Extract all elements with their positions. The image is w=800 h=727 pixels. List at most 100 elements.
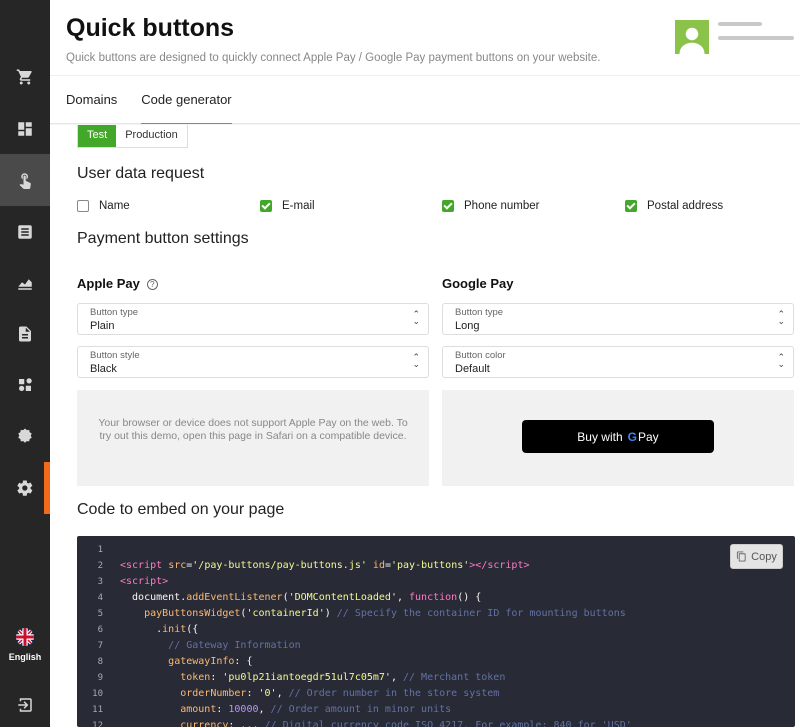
logout-icon — [18, 698, 32, 712]
select-arrows-icon: ⌃ ⌄ — [777, 352, 785, 369]
code-line: payButtonsWidget('containerId') // Speci… — [144, 608, 626, 619]
sidebar-item-cart[interactable] — [0, 51, 50, 103]
code-line: .init({ — [120, 624, 199, 635]
user-data-title: User data request — [77, 165, 205, 182]
checkbox-label: Phone number — [464, 200, 540, 212]
google-pay-title: Google Pay — [442, 276, 514, 291]
select-arrows-icon: ⌃ ⌄ — [777, 309, 785, 326]
mode-toggle: Test Production — [77, 125, 188, 148]
checkbox-phone[interactable]: Phone number — [442, 200, 539, 212]
sidebar-item-reports[interactable] — [0, 308, 50, 360]
code-line: token: 'pu0lp21iantoegdr51ul7c05m7', // … — [180, 672, 506, 683]
line-number: 11 — [92, 705, 103, 715]
gpay-button-pay: Pay — [638, 429, 659, 444]
checkbox-box[interactable] — [260, 200, 272, 212]
checkbox-email[interactable]: E-mail — [260, 200, 315, 212]
payment-settings-title: Payment button settings — [77, 230, 249, 247]
apple-pay-title-text: Apple Pay — [77, 276, 140, 291]
line-number: 12 — [92, 721, 103, 727]
google-pay-button[interactable]: Buy with G Pay — [522, 420, 714, 453]
mode-production-button[interactable]: Production — [116, 125, 187, 147]
sidebar-item-certificates[interactable] — [0, 410, 50, 462]
page-subtitle: Quick buttons are designed to quickly co… — [66, 52, 601, 64]
dashboard-icon — [18, 122, 32, 136]
select-value: Default — [455, 363, 490, 375]
select-arrows-icon: ⌃ ⌄ — [412, 352, 420, 369]
checkbox-box[interactable] — [442, 200, 454, 212]
google-pay-preview: Buy with G Pay — [442, 390, 794, 486]
list-icon — [18, 225, 32, 239]
chart-icon — [18, 279, 32, 290]
select-arrows-icon: ⌃ ⌄ — [412, 309, 420, 326]
page-header: Quick buttons Quick buttons are designed… — [50, 0, 800, 124]
apple-pay-title: Apple Pay? — [77, 276, 158, 291]
help-icon[interactable]: ? — [146, 279, 158, 291]
certificate-icon — [18, 428, 32, 443]
mode-test-button[interactable]: Test — [78, 125, 117, 147]
language-label: English — [8, 652, 42, 662]
apple-button-style-select[interactable]: Button style Black ⌃ ⌄ — [77, 346, 429, 378]
google-g-icon: G — [627, 429, 637, 444]
line-number: 1 — [97, 545, 103, 555]
sidebar-item-list[interactable] — [0, 206, 50, 258]
integrations-icon — [19, 378, 32, 391]
apple-pay-preview: Your browser or device does not support … — [77, 390, 429, 486]
line-number: 6 — [97, 625, 103, 635]
line-number: 4 — [97, 593, 103, 603]
line-number: 8 — [97, 657, 103, 667]
code-block[interactable]: 1 2 3 4 5 6 7 8 9 10 11 12 <script src='/pay-button… — [77, 536, 795, 727]
checkbox-label: Postal address — [647, 200, 724, 212]
google-button-type-select[interactable]: Button type Long ⌃ ⌄ — [442, 303, 794, 335]
code-line: amount: 10000, // Order amount in minor … — [180, 704, 452, 715]
checkbox-label: Name — [99, 200, 130, 212]
line-number: 2 — [97, 561, 103, 571]
gpay-button-text: Buy with — [577, 429, 623, 444]
line-number: 3 — [97, 577, 103, 587]
user-info-redacted — [718, 22, 794, 50]
user-icon — [679, 27, 705, 54]
code-line: <script> — [120, 576, 169, 587]
embed-code-title: Code to embed on your page — [77, 501, 285, 518]
copy-button[interactable]: Copy — [730, 544, 783, 569]
sidebar-item-analytics[interactable] — [0, 257, 50, 309]
apple-button-type-select[interactable]: Button type Plain ⌃ ⌄ — [77, 303, 429, 335]
tab-code-generator[interactable]: Code generator — [141, 76, 232, 124]
line-number: 9 — [97, 673, 103, 683]
sidebar-item-integrations[interactable] — [0, 359, 50, 411]
settings-icon — [17, 480, 33, 496]
logout-button[interactable] — [0, 690, 50, 720]
quick-buttons-icon — [19, 173, 31, 189]
checkbox-box[interactable] — [77, 200, 89, 212]
google-button-color-select[interactable]: Button color Default ⌃ ⌄ — [442, 346, 794, 378]
checkbox-name[interactable]: Name — [77, 200, 130, 212]
code-lines: <script src='/pay-buttons/pay-buttons.js… — [120, 542, 632, 727]
cart-icon — [16, 69, 32, 85]
uk-flag-icon — [16, 628, 34, 646]
select-value: Long — [455, 320, 480, 332]
copy-label: Copy — [751, 550, 777, 563]
sidebar-item-quick-buttons[interactable] — [0, 154, 50, 206]
sidebar-item-dashboard[interactable] — [0, 103, 50, 155]
page-title: Quick buttons — [66, 14, 235, 42]
sidebar-item-settings[interactable] — [0, 462, 50, 514]
avatar[interactable] — [675, 20, 709, 54]
code-line: orderNumber: '0', // Order number in the… — [180, 688, 500, 699]
reports-icon — [19, 326, 31, 342]
main-content: Test Production User data request Name E… — [50, 125, 800, 727]
checkbox-label: E-mail — [282, 200, 315, 212]
tab-domains[interactable]: Domains — [66, 76, 117, 124]
select-label: Button type — [90, 307, 139, 318]
checkbox-postal[interactable]: Postal address — [625, 200, 723, 212]
line-numbers: 1 2 3 4 5 6 7 8 9 10 11 12 — [77, 536, 111, 727]
code-line: // Gateway Information — [168, 640, 301, 651]
language-switcher[interactable]: English — [0, 628, 50, 662]
code-line: currency: ... // Digital currency code I… — [180, 720, 632, 727]
code-line: gatewayInfo: { — [168, 656, 253, 667]
code-line: <script src='/pay-buttons/pay-buttons.js… — [120, 560, 530, 571]
select-value: Plain — [90, 320, 115, 332]
code-line: document.addEventListener('DOMContentLoa… — [120, 592, 482, 603]
checkbox-box[interactable] — [625, 200, 637, 212]
line-number: 7 — [97, 641, 103, 651]
select-label: Button style — [90, 350, 140, 361]
